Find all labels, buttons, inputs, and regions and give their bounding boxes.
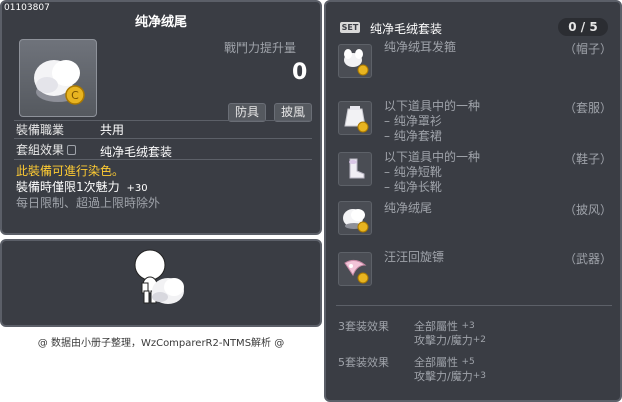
set-item-row: 以下道具中的一种 – 纯净短靴 – 纯净长靴 （鞋子） [338,150,613,195]
outfit-icon [338,101,372,135]
set-item-option: – 纯净套裙 [384,129,442,143]
set-title: 纯净毛绒套装 [370,22,443,36]
item-icon-frame: C [19,39,97,117]
set-effect-5-label: 5套装效果 [338,356,389,369]
set-info-panel: SET 纯净毛绒套装 0 / 5 纯净绒耳发箍 （帽子） 以下道具中的一种 – … [324,0,622,402]
stat-value: +5 [461,357,475,367]
set-item-option: – 纯净罩衫 [384,114,442,128]
bonus-line-text: 裝備時僅限1次魅力 [16,180,120,194]
job-value: 共用 [100,123,125,137]
set-item-name: 纯净绒耳发箍 [384,40,457,54]
set-item-type: （披风） [564,203,613,217]
set-item-option: – 纯净长靴 [384,180,442,194]
set-item-name: 以下道具中的一种 – 纯净短靴 – 纯净长靴 [384,150,480,195]
power-label: 戰鬥力提升量 [224,41,297,55]
limit-note: 每日限制、超過上限時除外 [16,196,161,210]
set-item-name-main: 以下道具中的一种 [384,150,481,164]
set-effect-value: 纯净毛绒套装 [100,145,173,159]
fluffy-tail-icon: C [34,60,85,105]
set-badge: SET [340,22,360,33]
set-effect-3-attack: 攻擊力/魔力+2 [414,332,486,348]
divider [336,305,612,306]
set-item-type: （帽子） [564,42,613,56]
set-item-row: 以下道具中的一种 – 纯净罩衫 – 纯净套裙 （套服） [338,99,613,144]
set-effect-3-label: 3套装效果 [338,320,389,333]
set-item-name: 汪汪回旋镖 [384,250,445,264]
set-effect-label-text: 套組效果 [16,143,65,157]
set-effect-5-attack: 攻擊力/魔力+3 [414,368,486,384]
tail-icon [338,201,372,235]
dye-note: 此裝備可進行染色。 [16,164,125,178]
power-value: 0 [292,60,308,85]
stat-value: +3 [472,371,486,381]
stat-value: +2 [472,335,486,345]
character-preview-panel [0,239,322,327]
set-item-name: 纯净绒尾 [384,201,433,215]
lock-icon [67,145,77,155]
set-item-type: （套服） [564,101,613,115]
hat-icon [338,44,372,78]
set-item-row: 纯净绒尾 （披风） [338,201,613,241]
set-effect-label: 套組效果 [16,141,77,158]
set-item-row: 汪汪回旋镖 （武器） [338,250,613,290]
bonus-value: +30 [126,183,148,194]
stat-name: 攻擊力/魔力 [414,334,473,347]
set-count: 0 / 5 [558,18,608,36]
boomerang-icon [338,252,372,286]
set-item-name: 以下道具中的一种 – 纯净罩衫 – 纯净套裙 [384,99,480,144]
job-label: 裝備職業 [16,123,65,137]
set-item-type: （武器） [564,252,613,266]
data-source-caption: @ 数据由小册子整理，WzComparerR2-NTMS解析 @ [37,338,285,349]
set-item-row: 纯净绒耳发箍 （帽子） [338,40,613,84]
stat-value: +3 [461,321,475,331]
set-item-option: – 纯净短靴 [384,165,442,179]
character-preview-image [134,249,184,304]
bonus-line: 裝備時僅限1次魅力 +30 [16,178,148,195]
item-title: 纯净绒尾 [134,15,187,30]
set-item-type: （鞋子） [564,152,613,166]
shoes-icon [338,152,372,186]
divider [14,138,312,139]
divider [14,159,312,160]
set-item-name-main: 以下道具中的一种 [384,99,481,113]
svg-text:C: C [71,89,79,102]
stat-name: 攻擊力/魔力 [414,370,473,383]
item-tooltip-panel: 01103807 纯净绒尾 C 戰鬥力提升量 0 防具 披風 裝備職業 共用 套… [0,0,322,235]
